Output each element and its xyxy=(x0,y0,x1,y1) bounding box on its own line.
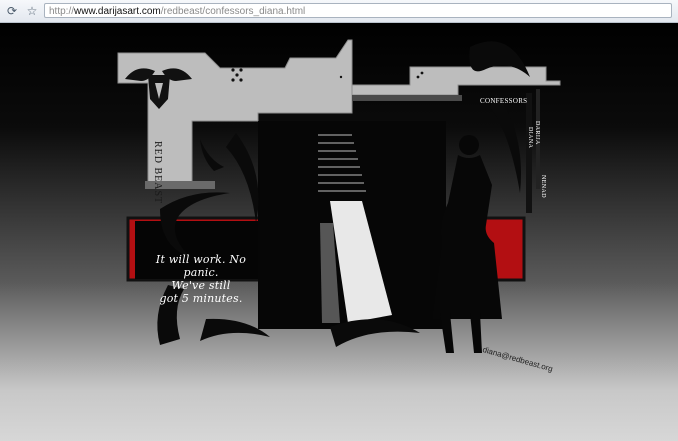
page-viewport: RED BEAST CONFESSORS DIANA DARIJA NENAD … xyxy=(0,23,678,441)
nav-link-darija[interactable]: DARIJA xyxy=(534,121,540,145)
site-artwork xyxy=(117,39,561,353)
quote-text: It will work. No panic. We've still got … xyxy=(142,253,260,305)
nav-link-diana[interactable]: DIANA xyxy=(527,127,533,148)
url-scheme: http:// xyxy=(49,6,75,17)
url-path: /redbeast/confessors_diana.html xyxy=(160,6,306,17)
url-host: www.darijasart.com xyxy=(74,6,161,17)
quote-line-2: We've still xyxy=(171,279,231,292)
quote-line-3: got 5 minutes. xyxy=(159,292,243,305)
address-bar[interactable]: http://www.darijasart.com/redbeast/confe… xyxy=(44,3,672,18)
nav-link-nenad[interactable]: NENAD xyxy=(540,175,546,198)
reload-icon[interactable]: ⟳ xyxy=(4,3,20,19)
browser-toolbar: ⟳ ☆ http://www.darijasart.com/redbeast/c… xyxy=(0,0,678,23)
bookmark-star-icon[interactable]: ☆ xyxy=(24,3,40,19)
quote-line-1: It will work. No panic. xyxy=(155,253,247,279)
brand-title: RED BEAST xyxy=(152,141,163,205)
nav-strip-1 xyxy=(526,93,532,213)
steel-strip-dark xyxy=(352,95,462,101)
steel-strip-right xyxy=(351,66,561,96)
nav-link-confessors[interactable]: CONFESSORS xyxy=(480,97,527,105)
